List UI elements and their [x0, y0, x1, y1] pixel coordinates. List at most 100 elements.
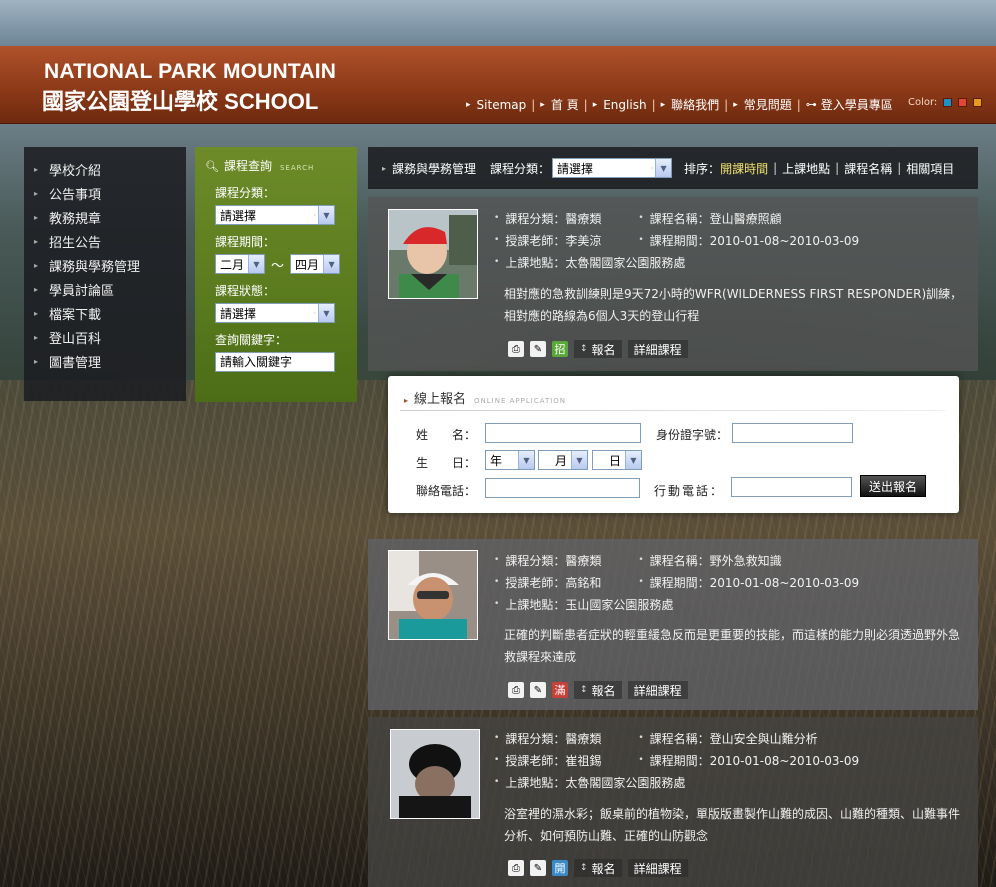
updown-arrow-icon: ↕ — [580, 685, 588, 695]
key-icon: ⊶ — [805, 98, 817, 111]
birth-day-select[interactable]: 日 ▼ — [592, 450, 642, 470]
logo-english[interactable]: NATIONAL PARK MOUNTAIN — [44, 60, 336, 84]
course-card: • 課程分類：醫療類 • 課程名稱：野外急救知識 • 授課老師：高銘和 • 課程期間：201… — [368, 539, 978, 710]
nav-sitemap[interactable]: ▸ Sitemap — [466, 98, 526, 112]
phone-input[interactable] — [485, 478, 640, 498]
instructor-photo-image — [389, 210, 477, 298]
sort-option-location[interactable]: 上課地點 — [782, 160, 830, 177]
nav-divider: | — [796, 97, 801, 112]
birth-day-value: 日 — [608, 453, 621, 468]
mobile-input[interactable] — [731, 477, 852, 497]
sort-option-related[interactable]: 相關項目 — [906, 160, 954, 177]
birth-year-select[interactable]: 年 ▼ — [485, 450, 535, 470]
signup-button[interactable]: ↕ 報名 — [574, 681, 622, 699]
chevron-down-icon: ▼ — [318, 206, 334, 224]
menu-item-course-management[interactable]: ▸ 課務與學務管理 — [24, 253, 186, 277]
bullet-icon: ▸ — [34, 356, 39, 366]
toolbar-category-select[interactable]: 請選擇 · ▼ — [552, 158, 673, 178]
bullet-icon: • — [494, 577, 500, 587]
detail-button[interactable]: 詳細課程 — [627, 681, 688, 699]
name-input[interactable] — [485, 423, 641, 443]
signup-button[interactable]: ↕ 報名 — [574, 859, 622, 877]
nav-divider: | — [531, 97, 536, 112]
status-badge: 開 — [552, 860, 568, 876]
bullet-icon: ▸ — [34, 308, 39, 318]
signup-button[interactable]: ↕ 報名 — [574, 340, 622, 358]
mobile-label: 行動電話： — [654, 484, 725, 498]
nav-divider: | — [583, 97, 588, 112]
menu-item-downloads[interactable]: ▸ 檔案下載 — [24, 301, 186, 325]
color-swatch-red[interactable] — [958, 98, 967, 107]
period-to-value: 四月 — [295, 257, 320, 272]
detail-button[interactable]: 詳細課程 — [627, 340, 688, 358]
menu-item-encyclopedia[interactable]: ▸ 登山百科 — [24, 325, 186, 349]
nav-divider: | — [651, 97, 656, 112]
menu-item-library[interactable]: ▸ 圖書管理 — [24, 349, 186, 373]
bookmark-icon[interactable]: ✎ — [530, 341, 546, 357]
keyword-label: 查詢關鍵字： — [215, 333, 288, 347]
course-category: 課程分類：醫療類 — [505, 731, 602, 746]
logo-chinese-text: 國家公園登山學校 — [42, 89, 219, 114]
print-icon[interactable]: ⎙ — [508, 860, 524, 876]
color-label: Color: — [908, 97, 938, 108]
instructor-photo[interactable] — [388, 209, 478, 299]
nav-contact[interactable]: ▸ 聯絡我們 — [661, 96, 720, 113]
arrow-right-icon: ▸ — [733, 99, 738, 110]
course-description: 浴室裡的濕水彩；飯桌前的植物染，單版版畫製作山難的成因、山難的種類、山難事件分析… — [504, 807, 961, 843]
menu-label: 招生公告 — [49, 235, 102, 251]
birth-month-select[interactable]: 月 ▼ — [538, 450, 588, 470]
arrow-right-icon: ▸ — [660, 99, 666, 110]
instructor-photo[interactable] — [390, 729, 480, 819]
course-period: 課程期間：2010-01-08~2010-03-09 — [649, 233, 860, 248]
period-from-select[interactable]: 二月 ▼ — [215, 254, 265, 274]
nav-label: Sitemap — [476, 97, 527, 112]
course-name: 課程名稱：登山醫療照顧 — [649, 211, 782, 226]
detail-button[interactable]: 詳細課程 — [627, 859, 688, 877]
status-select[interactable]: 請選擇 · ▼ — [215, 303, 335, 323]
sort-option-start-time[interactable]: 開課時間 — [720, 160, 768, 177]
status-badge: 招 — [552, 341, 568, 357]
menu-label: 公告事項 — [49, 187, 102, 203]
arrow-right-icon: ▸ — [540, 99, 545, 110]
chevron-down-icon: ▼ — [655, 159, 672, 177]
nav-english[interactable]: ▸ English — [593, 98, 647, 112]
period-to-select[interactable]: 四月 ▼ — [290, 254, 341, 274]
menu-item-admissions[interactable]: ▸ 招生公告 — [24, 229, 186, 253]
keyword-input[interactable]: 請輸入關鍵字 — [215, 352, 335, 372]
menu-label: 登山百科 — [49, 331, 102, 347]
print-icon[interactable]: ⎙ — [508, 682, 524, 698]
content-toolbar: ▸ 課務與學務管理 課程分類： 請選擇 · ▼ 排序： 開課時間 | 上課地點 … — [368, 147, 978, 189]
form-divider — [400, 410, 945, 411]
menu-item-forum[interactable]: ▸ 學員討論區 — [24, 277, 186, 301]
menu-item-about[interactable]: ▸ 學校介紹 — [24, 157, 186, 181]
logo-chinese[interactable]: 國家公園登山學校 SCHOOL — [42, 84, 318, 116]
id-input[interactable] — [732, 423, 853, 443]
name-label: 姓 名： — [416, 428, 477, 442]
color-swatch-orange[interactable] — [973, 98, 982, 107]
sort-label: 排序： — [684, 161, 721, 176]
dots-icon: · — [313, 308, 316, 318]
category-select[interactable]: 請選擇 · ▼ — [215, 205, 335, 225]
color-swatch-blue[interactable] — [943, 98, 952, 107]
course-name: 課程名稱：野外急救知識 — [649, 553, 782, 568]
instructor-photo[interactable] — [388, 550, 478, 640]
nav-faq[interactable]: ▸ 常見問題 — [733, 96, 792, 113]
menu-item-rules[interactable]: ▸ 教務規章 — [24, 205, 186, 229]
nav-divider: | — [724, 97, 729, 112]
sort-option-course-name[interactable]: 課程名稱 — [844, 160, 892, 177]
chevron-down-icon: ▼ — [323, 255, 340, 273]
bullet-icon: ▸ — [34, 284, 39, 294]
nav-home[interactable]: ▸ 首 頁 — [540, 96, 578, 113]
menu-item-news[interactable]: ▸ 公告事項 — [24, 181, 186, 205]
arrow-right-icon: ▸ — [466, 99, 471, 110]
nav-label: 首 頁 — [550, 98, 579, 112]
nav-login[interactable]: ⊶ 登入學員專區 — [806, 96, 893, 113]
submit-application-button[interactable]: 送出報名 — [860, 475, 926, 497]
form-title: 線上報名 — [414, 392, 467, 407]
bullet-icon: • — [638, 733, 644, 743]
bookmark-icon[interactable]: ✎ — [530, 860, 546, 876]
course-category: 課程分類：醫療類 — [505, 211, 602, 226]
menu-label: 學校介紹 — [49, 163, 102, 179]
print-icon[interactable]: ⎙ — [508, 341, 524, 357]
bookmark-icon[interactable]: ✎ — [530, 682, 546, 698]
